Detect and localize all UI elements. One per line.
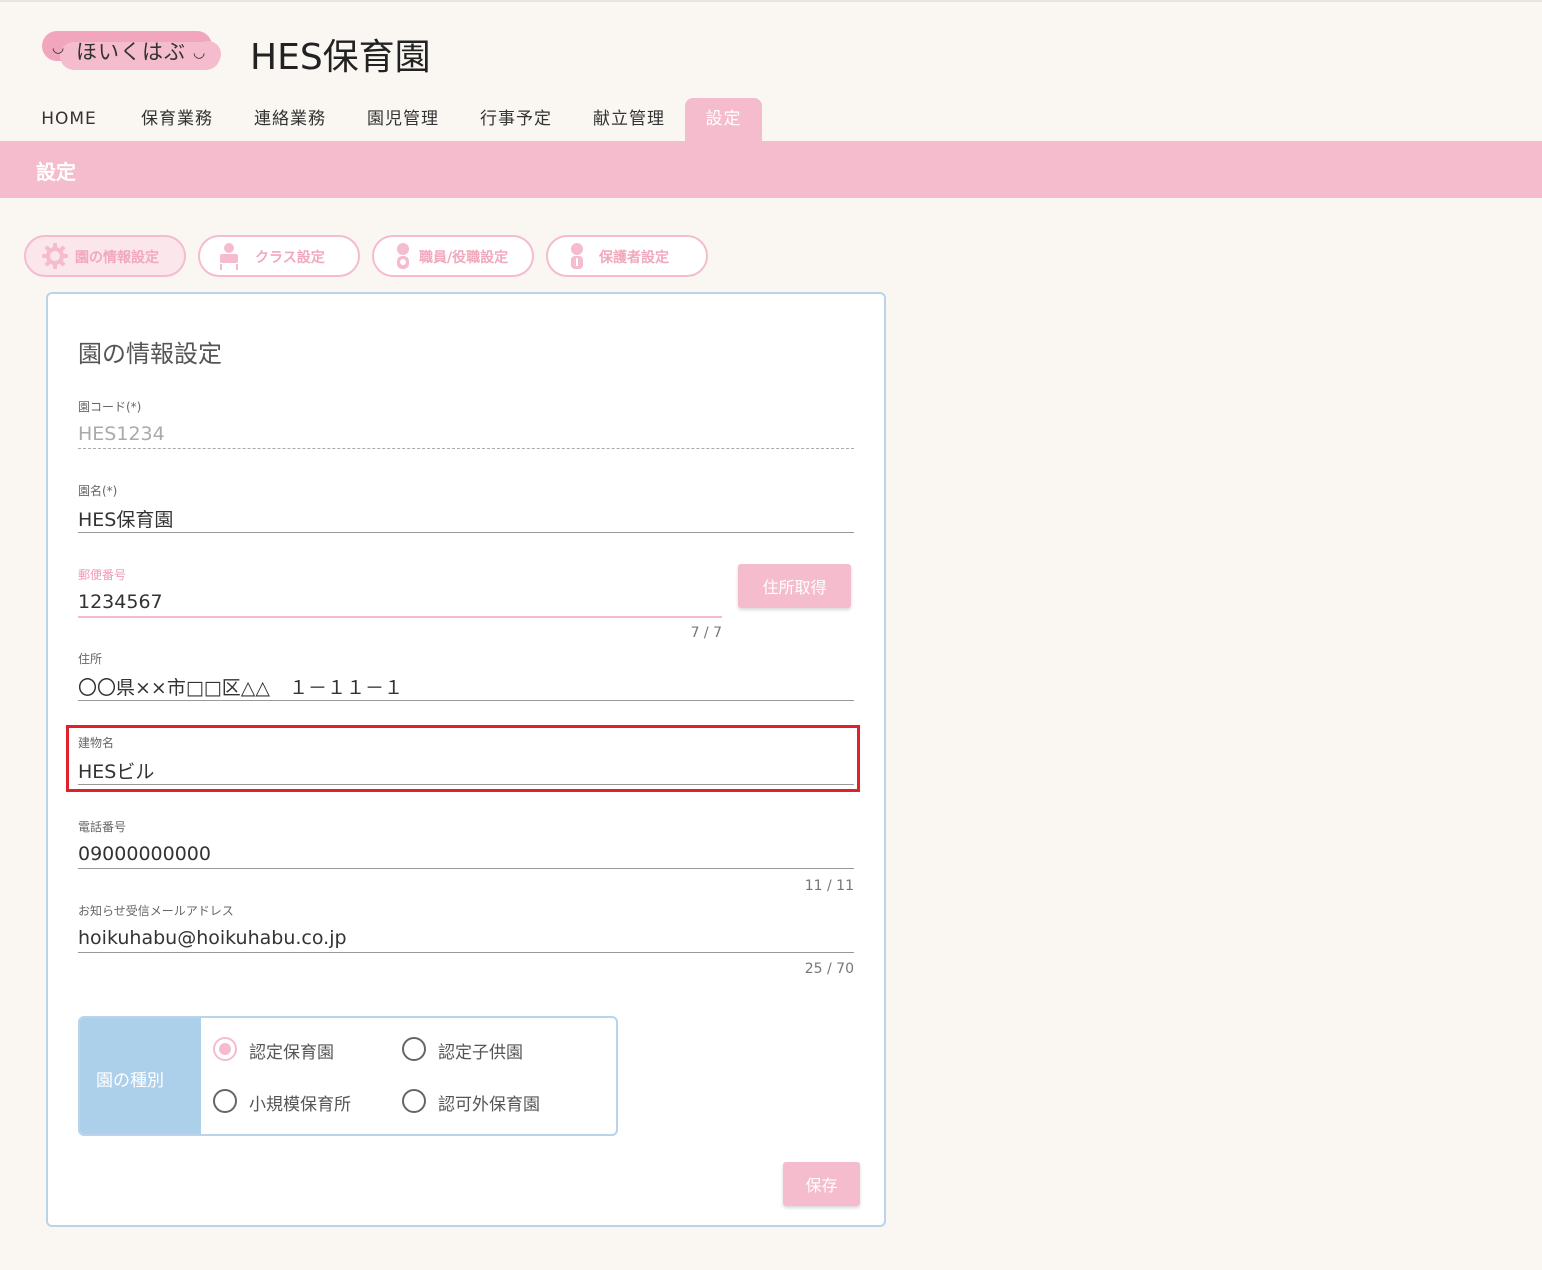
subtab-label: 保護者設定 (599, 250, 669, 266)
main-nav: HOME 保育業務 連絡業務 園児管理 行事予定 献立管理 設定 (0, 98, 1542, 141)
phone-input[interactable] (78, 840, 854, 868)
nav-item-settings[interactable]: 設定 (685, 98, 762, 141)
subtab-staff[interactable]: 職員/役職設定 (372, 235, 534, 277)
radio-circle (402, 1089, 426, 1113)
logo[interactable]: ◡ ほいくはぶ ◡ (40, 28, 222, 72)
subtab-guardian[interactable]: 保護者設定 (546, 235, 708, 277)
facility-code-field: 園コード(*) (78, 398, 854, 449)
facility-info-card: 園の情報設定 園コード(*) 園名(*) 郵便番号 7 / 7 住所取得 住所 … (46, 292, 886, 1227)
form-title: 園の情報設定 (78, 340, 222, 368)
subtab-class[interactable]: クラス設定 (198, 235, 360, 277)
logo-text: ほいくはぶ (76, 40, 186, 64)
facility-type-group: 園の種別 認定保育園 認定子供園 小規模保育所 認可外保育園 (78, 1016, 618, 1136)
nav-item-events[interactable]: 行事予定 (473, 98, 559, 141)
site-title: HES保育園 (250, 37, 431, 78)
radio-certified-nursery[interactable]: 認定保育園 (213, 1037, 363, 1063)
radio-unlicensed-nursery[interactable]: 認可外保育園 (402, 1089, 572, 1115)
radio-label: 認定子供園 (438, 1043, 523, 1063)
building-name-label: 建物名 (78, 736, 115, 750)
field-underline (78, 532, 854, 533)
address-input[interactable] (78, 672, 854, 700)
facility-type-label: 園の種別 (96, 1071, 164, 1091)
postal-code-field: 郵便番号 (78, 566, 722, 618)
field-underline (78, 700, 854, 701)
radio-label: 認定保育園 (249, 1043, 334, 1063)
email-counter: 25 / 70 (804, 961, 854, 977)
radio-circle (213, 1089, 237, 1113)
field-underline (78, 868, 854, 869)
address-field: 住所 (78, 650, 854, 701)
email-field: お知らせ受信メールアドレス (78, 902, 854, 953)
header: ◡ ほいくはぶ ◡ HES保育園 (0, 2, 1542, 98)
radio-label: 認可外保育園 (438, 1095, 540, 1115)
radio-circle (213, 1037, 237, 1061)
page-title-band: 設定 (0, 141, 1542, 198)
save-button[interactable]: 保存 (783, 1162, 860, 1206)
subtab-label: クラス設定 (255, 250, 325, 266)
page-title: 設定 (36, 160, 76, 184)
gear-icon (42, 243, 68, 269)
address-label: 住所 (78, 652, 103, 666)
postal-code-counter: 7 / 7 (690, 625, 722, 641)
facility-code-input (78, 420, 854, 448)
nav-item-childcare[interactable]: 保育業務 (134, 98, 220, 141)
class-icon (220, 243, 238, 270)
facility-name-input[interactable] (78, 504, 854, 532)
radio-circle (402, 1037, 426, 1061)
logo-smile-icon: ◡ (193, 45, 206, 61)
building-name-field: 建物名 (78, 734, 854, 785)
nav-item-children[interactable]: 園児管理 (360, 98, 446, 141)
subtab-label: 園の情報設定 (75, 250, 159, 266)
facility-name-label: 園名(*) (78, 484, 118, 498)
email-input[interactable] (78, 924, 854, 952)
subtab-facility-info[interactable]: 園の情報設定 (24, 235, 186, 277)
guardian-icon (571, 243, 583, 269)
radio-small-nursery[interactable]: 小規模保育所 (213, 1089, 383, 1115)
field-underline (78, 952, 854, 953)
building-name-input[interactable] (78, 756, 854, 784)
phone-counter: 11 / 11 (804, 878, 854, 894)
logo-smile-icon: ◡ (52, 40, 65, 56)
facility-name-field: 園名(*) (78, 482, 854, 533)
subtab-label: 職員/役職設定 (419, 250, 509, 266)
field-underline (78, 448, 854, 449)
nav-item-home[interactable]: HOME (30, 98, 108, 141)
postal-code-label: 郵便番号 (78, 568, 127, 582)
field-underline (78, 616, 722, 618)
email-label: お知らせ受信メールアドレス (78, 904, 234, 918)
field-underline (78, 784, 854, 785)
nav-item-contact[interactable]: 連絡業務 (247, 98, 333, 141)
nav-item-menu[interactable]: 献立管理 (586, 98, 672, 141)
facility-type-label-cell: 園の種別 (80, 1018, 201, 1134)
staff-icon (397, 243, 409, 269)
facility-code-label: 園コード(*) (78, 400, 142, 414)
postal-code-input[interactable] (78, 588, 722, 616)
radio-label: 小規模保育所 (249, 1095, 351, 1115)
phone-label: 電話番号 (78, 820, 127, 834)
phone-field: 電話番号 (78, 818, 854, 869)
radio-certified-kindergarten[interactable]: 認定子供園 (402, 1037, 552, 1063)
get-address-button[interactable]: 住所取得 (738, 564, 851, 608)
